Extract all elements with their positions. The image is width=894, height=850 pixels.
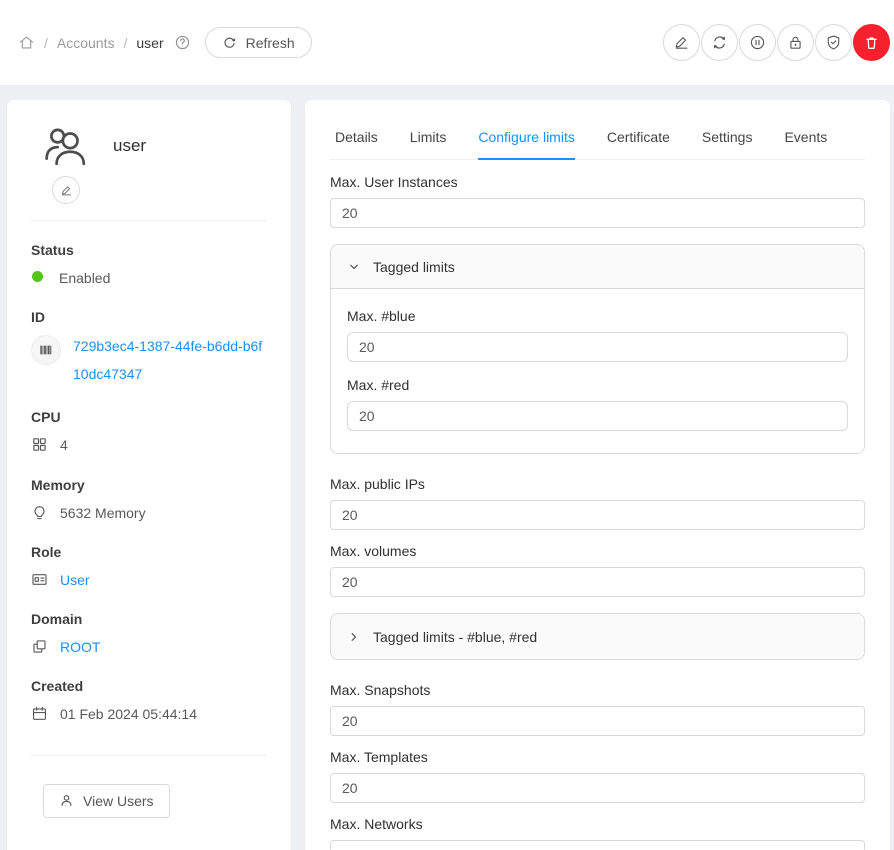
user-icon <box>59 793 74 808</box>
tagged-limits-panel-title: Tagged limits <box>373 259 455 275</box>
memory-value: 5632 Memory <box>60 503 146 523</box>
breadcrumb-accounts[interactable]: Accounts <box>57 35 115 51</box>
view-users-label: View Users <box>83 793 154 809</box>
sync-icon <box>711 34 728 51</box>
view-users-button[interactable]: View Users <box>43 784 170 818</box>
cpu-value: 4 <box>60 435 68 455</box>
update-resource-count-button[interactable] <box>701 24 738 61</box>
disable-account-button[interactable] <box>739 24 776 61</box>
refresh-button[interactable]: Refresh <box>205 27 312 58</box>
max-red-input[interactable] <box>347 401 848 431</box>
delete-icon <box>863 34 880 51</box>
domain-label: Domain <box>31 611 267 627</box>
account-name: user <box>113 136 146 156</box>
status-label: Status <box>31 242 267 258</box>
role-section: Role User <box>31 544 267 590</box>
max-red-label: Max. #red <box>347 377 848 393</box>
pause-circle-icon <box>749 34 766 51</box>
page-body: user Status Enabled ID 729b3ec4-1387 <box>0 86 894 850</box>
created-label: Created <box>31 678 267 694</box>
status-value: Enabled <box>59 268 110 288</box>
tab-events[interactable]: Events <box>784 118 827 159</box>
edit-account-button[interactable] <box>663 24 700 61</box>
appstore-icon <box>31 436 48 453</box>
header-actions <box>663 24 890 61</box>
breadcrumb-current: user <box>136 35 163 51</box>
idcard-icon <box>31 571 48 588</box>
created-section: Created 01 Feb 2024 05:44:14 <box>31 678 267 724</box>
reload-icon <box>222 35 237 50</box>
id-section: ID 729b3ec4-1387-44fe-b6dd-b6f10dc47347 <box>31 309 267 388</box>
tagged-limits-collapsed-panel: Tagged limits - #blue, #red <box>330 613 865 660</box>
max-networks-input[interactable] <box>330 840 865 850</box>
add-certificate-button[interactable] <box>815 24 852 61</box>
edit-icon <box>673 34 690 51</box>
cpu-section: CPU 4 <box>31 409 267 455</box>
delete-account-button[interactable] <box>853 24 890 61</box>
max-snapshots-input[interactable] <box>330 706 865 736</box>
tab-bar: Details Limits Configure limits Certific… <box>330 118 865 160</box>
tagged-limits-panel-header[interactable]: Tagged limits <box>331 245 864 289</box>
cpu-label: CPU <box>31 409 267 425</box>
team-icon <box>43 122 89 168</box>
chevron-down-icon <box>348 261 360 273</box>
max-blue-input[interactable] <box>347 332 848 362</box>
domain-link[interactable]: ROOT <box>60 637 100 657</box>
role-label: Role <box>31 544 267 560</box>
created-value: 01 Feb 2024 05:44:14 <box>60 704 197 724</box>
barcode-icon <box>31 335 61 365</box>
resource-head: user <box>31 122 267 204</box>
bulb-icon <box>31 504 48 521</box>
safety-certificate-icon <box>825 34 842 51</box>
pencil-icon <box>60 184 73 197</box>
lock-account-button[interactable] <box>777 24 814 61</box>
edit-name-button[interactable] <box>52 176 80 204</box>
tagged-limits-panel: Tagged limits Max. #blue Max. #red <box>330 244 865 454</box>
account-detail-card: Details Limits Configure limits Certific… <box>305 100 890 850</box>
max-templates-input[interactable] <box>330 773 865 803</box>
tab-certificate[interactable]: Certificate <box>607 118 670 159</box>
max-blue-label: Max. #blue <box>347 308 848 324</box>
max-networks-label: Max. Networks <box>330 816 865 832</box>
tagged-limits-collapsed-header[interactable]: Tagged limits - #blue, #red <box>331 614 864 659</box>
question-circle-icon[interactable] <box>174 34 191 51</box>
divider <box>31 755 267 756</box>
max-volumes-input[interactable] <box>330 567 865 597</box>
max-user-instances-input[interactable] <box>330 198 865 228</box>
memory-label: Memory <box>31 477 267 493</box>
id-label: ID <box>31 309 267 325</box>
domain-section: Domain ROOT <box>31 611 267 657</box>
block-icon <box>31 638 48 655</box>
calendar-icon <box>31 705 48 722</box>
tab-configure-limits[interactable]: Configure limits <box>478 118 574 160</box>
chevron-right-icon <box>348 631 360 643</box>
max-public-ips-label: Max. public IPs <box>330 476 865 492</box>
tab-details[interactable]: Details <box>335 118 378 159</box>
role-link[interactable]: User <box>60 570 90 590</box>
max-templates-label: Max. Templates <box>330 749 865 765</box>
max-snapshots-label: Max. Snapshots <box>330 682 865 698</box>
tagged-limits-collapsed-title: Tagged limits - #blue, #red <box>373 629 537 645</box>
refresh-label: Refresh <box>246 35 295 51</box>
max-volumes-label: Max. volumes <box>330 543 865 559</box>
tab-settings[interactable]: Settings <box>702 118 753 159</box>
tab-limits[interactable]: Limits <box>410 118 447 159</box>
account-info-card: user Status Enabled ID 729b3ec4-1387 <box>7 100 291 850</box>
tagged-limits-panel-body: Max. #blue Max. #red <box>331 289 864 453</box>
status-section: Status Enabled <box>31 242 267 288</box>
breadcrumb: / Accounts / user <box>18 34 191 51</box>
divider <box>31 220 267 221</box>
max-public-ips-input[interactable] <box>330 500 865 530</box>
memory-section: Memory 5632 Memory <box>31 477 267 523</box>
home-icon[interactable] <box>18 34 35 51</box>
account-id-link[interactable]: 729b3ec4-1387-44fe-b6dd-b6f10dc47347 <box>73 332 267 388</box>
configure-limits-form: Max. User Instances Tagged limits Max. #… <box>330 174 865 850</box>
header: / Accounts / user Refresh <box>0 0 894 86</box>
lock-icon <box>787 34 804 51</box>
max-user-instances-label: Max. User Instances <box>330 174 865 190</box>
status-enabled-dot <box>32 271 43 282</box>
